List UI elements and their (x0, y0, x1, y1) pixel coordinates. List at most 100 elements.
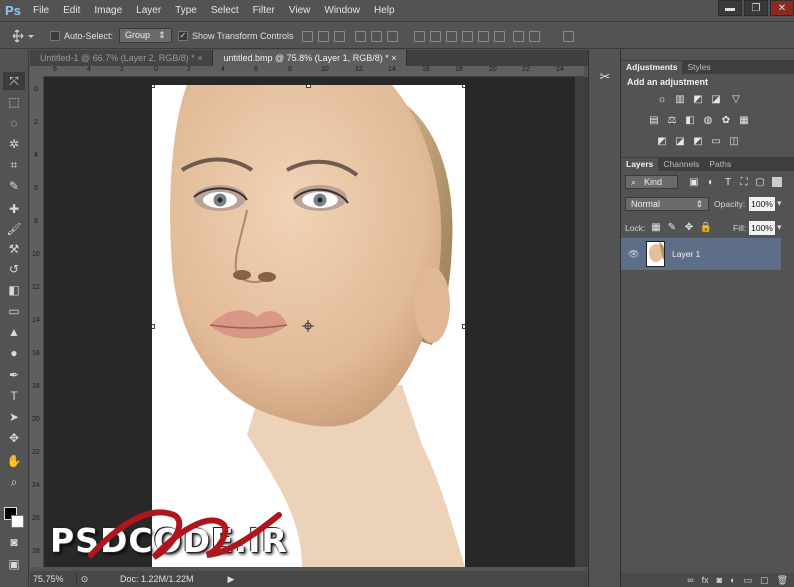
vertical-scrollbar[interactable] (575, 77, 588, 567)
auto-select-option[interactable]: Auto-Select: (50, 27, 113, 44)
link-layers-icon[interactable]: ∞ (687, 575, 693, 585)
opacity-input[interactable]: 100% (749, 197, 775, 211)
crop-tool-icon[interactable]: ⌗ (3, 156, 25, 174)
close-button[interactable]: ✕ (770, 0, 794, 16)
transform-handle[interactable] (462, 85, 465, 88)
tab-channels[interactable]: Channels (658, 158, 704, 171)
dodge-tool-icon[interactable]: ● (3, 344, 25, 362)
channel-mixer-icon[interactable]: ✿ (720, 115, 732, 126)
hand-tool-icon[interactable]: ✋ (3, 452, 25, 470)
filter-toggle-icon[interactable] (772, 177, 782, 187)
healing-brush-icon[interactable]: ✚ (3, 200, 25, 218)
distribute-bottom-icon[interactable] (446, 31, 457, 42)
lock-position-icon[interactable]: ✥ (683, 222, 695, 233)
move-tool-preset[interactable] (12, 27, 34, 44)
minimize-button[interactable]: ▬ (718, 0, 742, 16)
background-color-swatch[interactable] (11, 515, 24, 528)
fill-input[interactable]: 100% (749, 221, 775, 235)
new-group-icon[interactable]: ▭ (744, 575, 753, 586)
distribute-hcenter-icon[interactable] (478, 31, 489, 42)
distribute-spacing-h-icon[interactable] (529, 31, 540, 42)
menu-filter[interactable]: Filter (246, 0, 282, 22)
export-icon[interactable]: ⊙ (76, 573, 92, 585)
eraser-tool-icon[interactable]: ◧ (3, 281, 25, 299)
menu-layer[interactable]: Layer (129, 0, 168, 22)
new-layer-icon[interactable]: ▢ (760, 575, 769, 586)
clone-stamp-icon[interactable]: ⚒ (3, 240, 25, 258)
transform-handle[interactable] (306, 85, 311, 88)
menu-image[interactable]: Image (87, 0, 129, 22)
distribute-spacing-icon[interactable] (513, 31, 524, 42)
distribute-left-icon[interactable] (462, 31, 473, 42)
filter-smart-icon[interactable]: ▢ (754, 177, 766, 188)
photo-filter-icon[interactable]: ◍ (702, 115, 714, 126)
tab-untitled-bmp[interactable]: untitled.bmp @ 75.8% (Layer 1, RGB/8) * … (213, 50, 408, 66)
canvas-area[interactable]: PSDCODE.IR (44, 77, 575, 567)
brush-tool-icon[interactable]: 🖌 (3, 220, 25, 238)
delete-layer-icon[interactable]: 🗑 (777, 575, 788, 586)
type-tool-icon[interactable]: T (3, 387, 25, 405)
opacity-arrow-icon[interactable]: ▾ (777, 198, 782, 209)
gradient-tool-icon[interactable]: ▭ (3, 302, 25, 320)
tab-layers[interactable]: Layers (621, 158, 659, 171)
distribute-top-icon[interactable] (414, 31, 425, 42)
lock-transparent-icon[interactable]: ▦ (650, 222, 662, 233)
filter-type-icon[interactable]: T (722, 177, 734, 188)
history-brush-icon[interactable]: ↺ (3, 260, 25, 278)
new-adjustment-icon[interactable]: ◐ (730, 575, 735, 585)
blend-mode-dropdown[interactable]: Normal ⇕ (625, 197, 709, 211)
screen-mode-icon[interactable]: ▣ (3, 555, 25, 573)
curves-icon[interactable]: ◩ (692, 94, 704, 105)
tab-close-icon[interactable]: × (391, 53, 396, 63)
filter-shape-icon[interactable]: ⛶ (738, 177, 750, 188)
distribute-vcenter-icon[interactable] (430, 31, 441, 42)
transform-handle[interactable] (152, 85, 155, 88)
layer-style-icon[interactable]: fx (702, 575, 709, 585)
align-top-icon[interactable] (302, 31, 313, 42)
exposure-icon[interactable]: ◪ (710, 94, 722, 105)
restore-button[interactable]: ❐ (744, 0, 768, 16)
tab-untitled-1[interactable]: Untitled-1 @ 66.7% (Layer 2, RGB/8) * × (30, 50, 214, 66)
align-bottom-icon[interactable] (334, 31, 345, 42)
menu-help[interactable]: Help (367, 0, 402, 22)
tab-styles[interactable]: Styles (682, 61, 715, 74)
selective-color-icon[interactable]: ◫ (728, 136, 740, 147)
quick-mask-icon[interactable]: ◙ (3, 533, 25, 551)
tab-close-icon[interactable]: × (197, 53, 202, 63)
show-transform-option[interactable]: ✓ Show Transform Controls (178, 27, 294, 44)
layer-row-layer-1[interactable]: 👁 Layer 1 (621, 238, 781, 270)
move-tool-icon[interactable]: ⤧ (3, 72, 25, 90)
hue-saturation-icon[interactable]: ▤ (648, 115, 660, 126)
show-transform-checkbox[interactable]: ✓ (178, 30, 188, 41)
threshold-icon[interactable]: ◩ (692, 136, 704, 147)
align-left-icon[interactable] (355, 31, 366, 42)
levels-icon[interactable]: ▥ (674, 94, 686, 105)
menu-window[interactable]: Window (317, 0, 367, 22)
transform-center-icon[interactable] (302, 320, 314, 332)
menu-view[interactable]: View (282, 0, 318, 22)
color-lookup-icon[interactable]: ▦ (738, 115, 750, 126)
layer-name[interactable]: Layer 1 (672, 249, 700, 259)
menu-edit[interactable]: Edit (56, 0, 87, 22)
filter-adjustment-icon[interactable]: ◐ (705, 177, 717, 188)
tool-presets-icon[interactable]: ✂ (594, 68, 616, 86)
magic-wand-icon[interactable]: ✲ (3, 135, 25, 153)
lock-all-icon[interactable]: 🔒 (700, 222, 712, 233)
tab-paths[interactable]: Paths (704, 158, 736, 171)
vibrance-icon[interactable]: ▽ (730, 94, 742, 105)
pen-tool-icon[interactable]: ✒ (3, 366, 25, 384)
transform-handle[interactable] (152, 324, 155, 329)
auto-select-mode-dropdown[interactable]: Group ⇕ (119, 27, 172, 44)
invert-icon[interactable]: ◩ (656, 136, 668, 147)
gradient-map-icon[interactable]: ▭ (710, 136, 722, 147)
menu-select[interactable]: Select (204, 0, 246, 22)
lasso-tool-icon[interactable]: ◌ (3, 114, 25, 132)
auto-align-layers-icon[interactable] (563, 31, 574, 42)
blur-tool-icon[interactable]: ▲ (3, 323, 25, 341)
posterize-icon[interactable]: ◪ (674, 136, 686, 147)
brightness-icon[interactable]: ☼ (656, 94, 668, 105)
menu-type[interactable]: Type (168, 0, 204, 22)
shape-tool-icon[interactable]: ✥ (3, 429, 25, 447)
align-vcenter-icon[interactable] (318, 31, 329, 42)
path-selection-icon[interactable]: ➤ (3, 408, 25, 426)
